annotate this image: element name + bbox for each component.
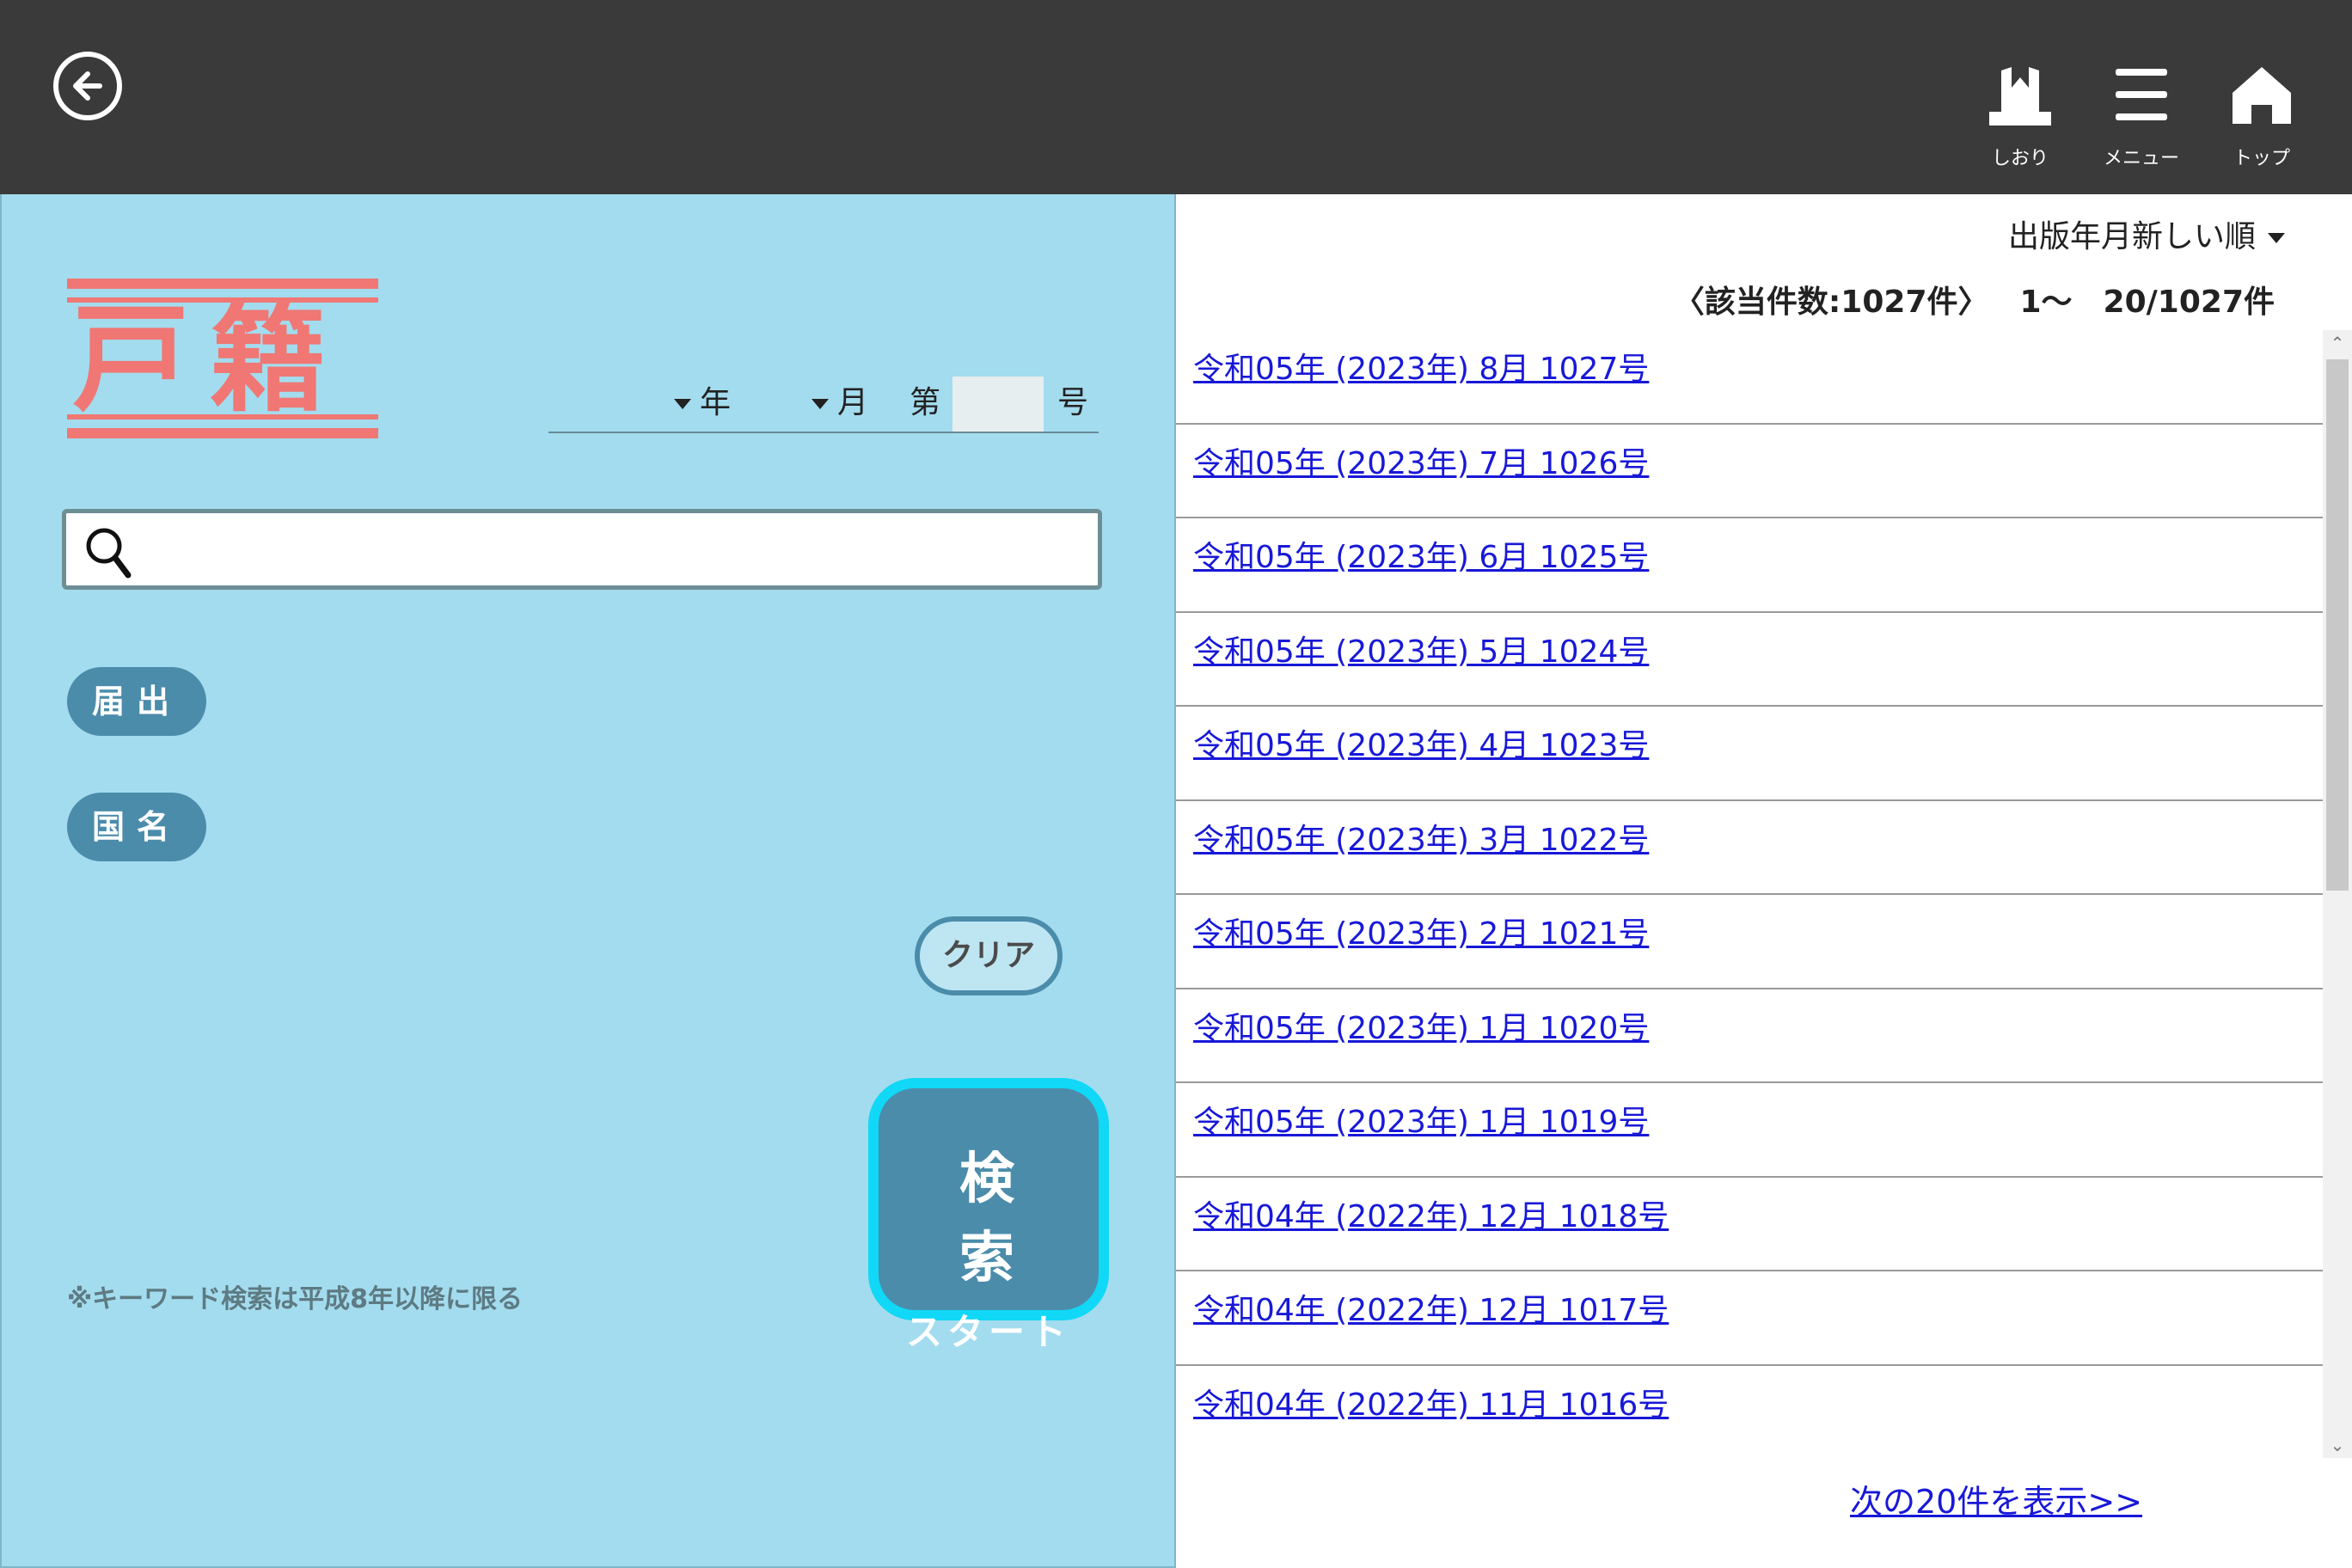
results-panel: 出版年月新しい順 〈該当件数:1027件〉 1〜 20/1027件 令和05年 (… — [1176, 194, 2352, 1568]
list-item: 令和05年 (2023年) 7月 1026号 — [1176, 425, 2323, 518]
year-dropdown[interactable]: 年 — [674, 382, 731, 425]
category-button-kokumei[interactable]: 国名 — [67, 793, 206, 861]
keyword-search-note: ※キーワード検索は平成8年以降に限る — [67, 1284, 524, 1314]
issue-link[interactable]: 令和04年 (2022年) 12月 1017号 — [1193, 1285, 1669, 1330]
bookmark-button[interactable]: しおり — [1973, 64, 2067, 175]
result-count: 〈該当件数:1027件〉 1〜 20/1027件 — [1674, 277, 2275, 322]
month-label: 月 — [837, 385, 869, 420]
next-page-link[interactable]: 次の20件を表示>> — [1850, 1475, 2142, 1522]
scroll-up-arrow-icon[interactable]: ⌃ — [2323, 330, 2352, 356]
menu-label: メニュー — [2103, 148, 2179, 169]
result-range: 1〜 20/1027件 — [2019, 285, 2275, 320]
list-item: 令和05年 (2023年) 3月 1022号 — [1176, 801, 2323, 895]
keyword-search-box — [62, 509, 1102, 590]
issue-date-filter: 年 月 第 号 — [548, 377, 1099, 433]
logo-bar-top — [67, 279, 378, 289]
list-item: 令和05年 (2023年) 5月 1024号 — [1176, 613, 2323, 707]
issue-suffix-label: 号 — [1057, 385, 1089, 420]
logo-bar-bottom-thin — [67, 414, 378, 420]
issue-link[interactable]: 令和05年 (2023年) 6月 1025号 — [1193, 532, 1649, 577]
caret-down-icon — [674, 399, 691, 409]
scrollbar-thumb[interactable] — [2326, 359, 2349, 891]
bookmark-label: しおり — [1991, 148, 2049, 169]
hamburger-menu-icon — [2116, 69, 2167, 120]
bookmark-icon — [1989, 67, 2051, 126]
results-scrollbar[interactable]: ⌃ ⌄ — [2323, 330, 2352, 1458]
list-item: 令和05年 (2023年) 2月 1021号 — [1176, 895, 2323, 989]
category-title-logo: 戸籍 — [67, 279, 378, 438]
list-item: 令和05年 (2023年) 6月 1025号 — [1176, 518, 2323, 613]
issue-link[interactable]: 令和05年 (2023年) 8月 1027号 — [1193, 344, 1649, 389]
issue-link[interactable]: 令和05年 (2023年) 4月 1023号 — [1193, 720, 1649, 765]
month-dropdown[interactable]: 月 — [812, 382, 868, 425]
menu-button[interactable]: メニュー — [2094, 64, 2189, 175]
issue-link[interactable]: 令和05年 (2023年) 3月 1022号 — [1193, 815, 1649, 860]
top-bar: しおり メニュー トップ — [0, 0, 2352, 194]
issue-link[interactable]: 令和05年 (2023年) 1月 1020号 — [1193, 1003, 1649, 1048]
arrow-left-circle-icon — [73, 71, 102, 101]
list-item: 令和05年 (2023年) 8月 1027号 — [1176, 330, 2323, 425]
home-button[interactable]: トップ — [2214, 64, 2309, 175]
home-label: トップ — [2233, 148, 2290, 169]
search-icon — [86, 528, 132, 579]
scroll-down-arrow-icon[interactable]: ⌄ — [2323, 1432, 2352, 1458]
issue-link[interactable]: 令和05年 (2023年) 1月 1019号 — [1193, 1097, 1649, 1142]
search-start-button[interactable]: 検 索 スタート — [868, 1078, 1109, 1353]
logo-bar-bottom — [67, 428, 378, 438]
issue-link[interactable]: 令和04年 (2022年) 12月 1018号 — [1193, 1191, 1669, 1236]
results-list: 令和05年 (2023年) 8月 1027号 令和05年 (2023年) 7月 … — [1176, 330, 2323, 1458]
list-item: 令和05年 (2023年) 1月 1019号 — [1176, 1083, 2323, 1178]
caret-down-icon — [812, 399, 829, 409]
keyword-input[interactable] — [152, 522, 1089, 577]
issue-number-input[interactable] — [952, 377, 1044, 432]
list-item: 令和05年 (2023年) 4月 1023号 — [1176, 707, 2323, 801]
home-icon — [2233, 67, 2291, 124]
sort-order-label: 出版年月新しい順 — [2007, 219, 2256, 254]
issue-prefix-label: 第 — [910, 385, 941, 420]
search-panel: 戸籍 年 月 第 号 届出 国名 クリア 検 索 スタート ※キーワード検索は平… — [0, 194, 1176, 1568]
category-button-todoke[interactable]: 届出 — [67, 667, 206, 736]
result-total-count: 〈該当件数:1027件〉 — [1673, 285, 1989, 320]
search-start-main-label: 検 索 — [959, 1148, 1038, 1290]
issue-link[interactable]: 令和05年 (2023年) 5月 1024号 — [1193, 627, 1649, 671]
back-button[interactable] — [53, 52, 122, 120]
issue-link[interactable]: 令和05年 (2023年) 2月 1021号 — [1193, 909, 1649, 953]
list-item: 令和04年 (2022年) 12月 1018号 — [1176, 1178, 2323, 1271]
issue-link[interactable]: 令和05年 (2023年) 7月 1026号 — [1193, 438, 1649, 483]
year-label: 年 — [700, 385, 732, 420]
list-item: 令和04年 (2022年) 12月 1017号 — [1176, 1271, 2323, 1366]
issue-link[interactable]: 令和04年 (2022年) 11月 1016号 — [1193, 1380, 1669, 1424]
list-item: 令和05年 (2023年) 1月 1020号 — [1176, 989, 2323, 1083]
sort-order-dropdown[interactable]: 出版年月新しい順 — [2008, 211, 2285, 256]
list-item: 令和04年 (2022年) 11月 1016号 — [1176, 1366, 2323, 1459]
search-start-sub-label: スタート — [905, 1311, 1071, 1353]
caret-down-icon — [2268, 233, 2285, 243]
category-title: 戸籍 — [72, 291, 347, 428]
clear-button[interactable]: クリア — [915, 916, 1063, 995]
